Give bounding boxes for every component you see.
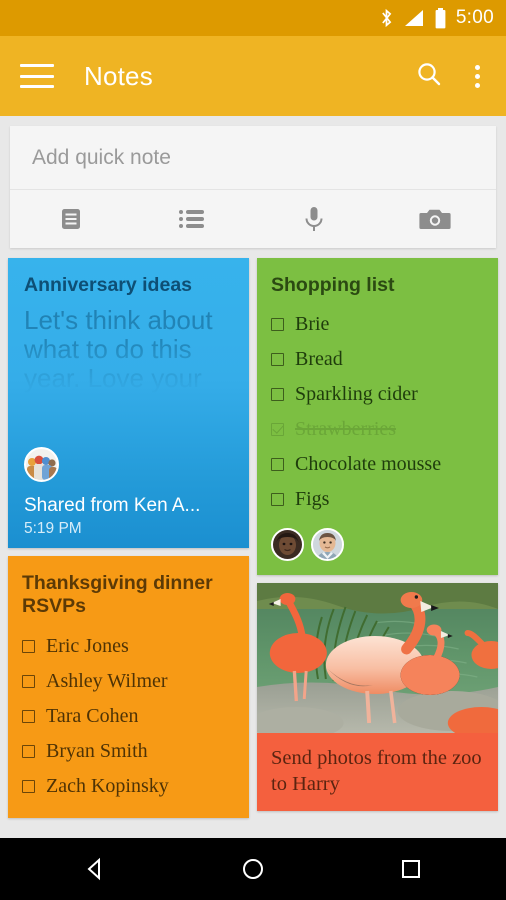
list-note-icon[interactable]	[132, 206, 254, 232]
note-title: Anniversary ideas	[24, 274, 193, 296]
checkbox-icon[interactable]	[22, 745, 35, 759]
list-item[interactable]: Chocolate mousse	[271, 447, 484, 482]
android-navigation-bar	[0, 838, 506, 900]
page-title: Notes	[84, 60, 153, 91]
list-item-label: Tara Cohen	[46, 705, 139, 728]
checkbox-icon[interactable]	[22, 780, 35, 794]
quick-note-input[interactable]: Add quick note	[10, 126, 496, 190]
hamburger-menu-icon[interactable]	[20, 64, 54, 88]
checkbox-icon[interactable]	[271, 492, 284, 506]
list-item[interactable]: Eric Jones	[22, 629, 235, 664]
checkbox-icon[interactable]	[22, 640, 35, 654]
battery-icon	[434, 7, 447, 29]
bluetooth-icon	[379, 8, 394, 28]
microphone-icon[interactable]	[253, 204, 375, 234]
avatar	[24, 447, 59, 482]
list-item-label: Strawberries	[295, 417, 397, 440]
note-body: Let's think about what to do this year. …	[24, 304, 213, 394]
note-caption: Send photos from the zoo to Harry	[271, 746, 482, 795]
camera-icon[interactable]	[375, 206, 497, 232]
status-bar: 5:00	[0, 0, 506, 36]
list-item-label: Eric Jones	[46, 635, 129, 658]
status-bar-clock: 5:00	[455, 7, 494, 28]
home-button[interactable]	[240, 856, 266, 882]
notes-column-right: Shopping list Brie Bread Sparkling cider…	[257, 258, 498, 812]
notes-grid: Anniversary ideas Let's think about what…	[0, 248, 506, 828]
recents-button[interactable]	[398, 856, 424, 882]
app-bar-actions	[415, 60, 486, 93]
list-item[interactable]: Tara Cohen	[22, 699, 235, 734]
list-item[interactable]: Bread	[271, 342, 484, 377]
list-item[interactable]: Brie	[271, 307, 484, 342]
app-bar: Notes	[0, 36, 506, 116]
shared-from-label: Shared from Ken A...	[24, 495, 201, 516]
list-item[interactable]: Figs	[271, 482, 484, 517]
checkbox-icon[interactable]	[22, 675, 35, 689]
list-item[interactable]: Sparkling cider	[271, 377, 484, 412]
list-item[interactable]: Bryan Smith	[22, 734, 235, 769]
text-note-icon[interactable]	[10, 205, 132, 233]
flamingos-photo	[257, 582, 498, 733]
list-item-label: Figs	[295, 487, 330, 510]
collaborator-avatars	[271, 527, 484, 561]
note-card-anniversary[interactable]: Anniversary ideas Let's think about what…	[8, 258, 249, 548]
avatar	[311, 527, 344, 561]
checkbox-checked-icon[interactable]	[271, 422, 284, 436]
rsvp-list: Eric Jones Ashley Wilmer Tara Cohen Brya…	[22, 629, 235, 804]
checkbox-icon[interactable]	[271, 317, 284, 331]
note-card-shopping[interactable]: Shopping list Brie Bread Sparkling cider…	[257, 258, 498, 575]
note-card-zoo-photo[interactable]: Send photos from the zoo to Harry	[257, 582, 498, 812]
list-item-label: Sparkling cider	[295, 382, 418, 405]
list-item[interactable]: Strawberries	[271, 412, 484, 447]
note-card-thanksgiving[interactable]: Thanksgiving dinner RSVPs Eric Jones Ash…	[8, 556, 249, 819]
checkbox-icon[interactable]	[22, 710, 35, 724]
quick-note-actions	[10, 190, 496, 248]
quick-note-card: Add quick note	[10, 126, 496, 248]
note-share-footer: Shared from Ken A... 5:19 PM	[24, 495, 237, 538]
signal-icon	[403, 9, 425, 27]
overflow-menu-icon[interactable]	[469, 61, 486, 92]
back-button[interactable]	[82, 856, 108, 882]
checkbox-icon[interactable]	[271, 457, 284, 471]
checkbox-icon[interactable]	[271, 387, 284, 401]
note-title: Shopping list	[271, 274, 395, 296]
quick-note-section: Add quick note	[0, 116, 506, 248]
checkbox-icon[interactable]	[271, 352, 284, 366]
list-item-label: Bread	[295, 347, 343, 370]
note-timestamp: 5:19 PM	[24, 520, 82, 537]
list-item-label: Chocolate mousse	[295, 452, 442, 475]
search-icon[interactable]	[415, 60, 443, 93]
avatar	[271, 527, 304, 561]
list-item-label: Brie	[295, 312, 330, 335]
notes-column-left: Anniversary ideas Let's think about what…	[8, 258, 249, 819]
list-item-label: Zach Kopinsky	[46, 775, 169, 798]
shopping-list: Brie Bread Sparkling cider Strawberries …	[271, 307, 484, 517]
list-item[interactable]: Zach Kopinsky	[22, 769, 235, 804]
list-item[interactable]: Ashley Wilmer	[22, 664, 235, 699]
note-title: Thanksgiving dinner RSVPs	[22, 572, 213, 617]
list-item-label: Bryan Smith	[46, 740, 148, 763]
list-item-label: Ashley Wilmer	[46, 670, 168, 693]
